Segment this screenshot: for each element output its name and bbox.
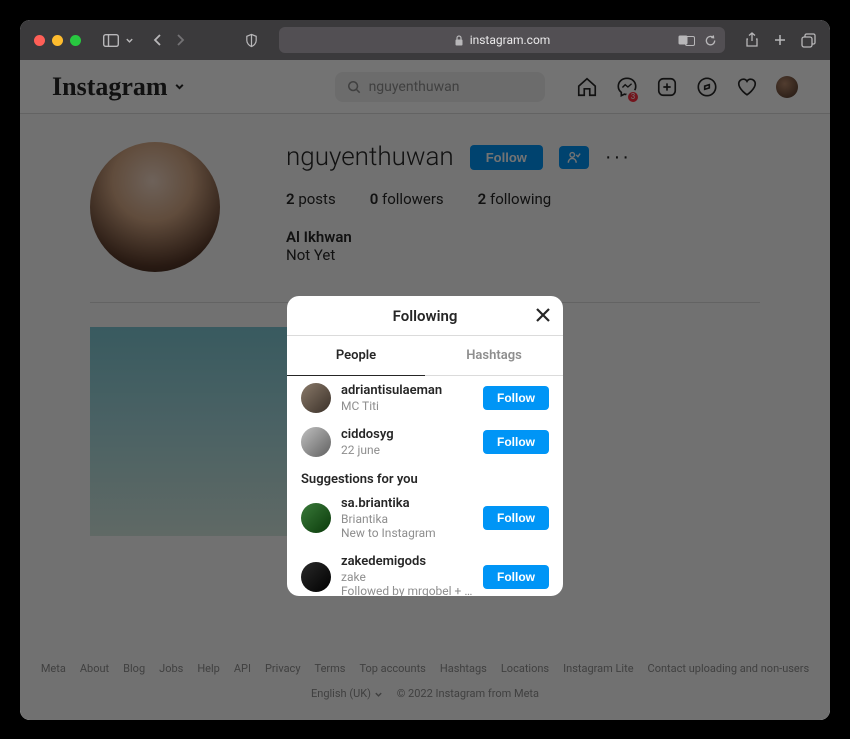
close-window-button[interactable] (34, 35, 45, 46)
forward-button[interactable] (174, 33, 186, 47)
close-icon (533, 305, 553, 325)
following-modal: Following People Hashtags adriantisulaem… (287, 296, 563, 596)
subtitle: 22 june (341, 443, 473, 457)
follow-button[interactable]: Follow (483, 506, 549, 530)
tab-people[interactable]: People (287, 336, 425, 376)
reload-icon[interactable] (704, 34, 717, 47)
shield-icon[interactable] (244, 33, 259, 48)
translate-icon[interactable] (678, 34, 696, 47)
following-row: adriantisulaeman MC Titi Follow (287, 376, 563, 420)
subtitle2: New to Instagram (341, 526, 473, 540)
follow-button[interactable]: Follow (483, 565, 549, 589)
follow-button[interactable]: Follow (483, 430, 549, 454)
address-bar[interactable]: instagram.com (279, 27, 725, 53)
username[interactable]: adriantisulaeman (341, 383, 473, 399)
browser-window: instagram.com (20, 20, 830, 720)
avatar[interactable] (301, 383, 331, 413)
subtitle: Briantika (341, 512, 473, 526)
back-button[interactable] (152, 33, 164, 47)
username[interactable]: zakedemigods (341, 554, 473, 570)
maximize-window-button[interactable] (70, 35, 81, 46)
modal-title: Following (393, 307, 458, 325)
subtitle2: Followed by mrgobel + 1 more (341, 584, 473, 596)
lock-icon (454, 35, 464, 46)
suggestion-row: sa.briantika Briantika New to Instagram … (287, 489, 563, 547)
avatar[interactable] (301, 562, 331, 592)
titlebar: instagram.com (20, 20, 830, 60)
following-row: ciddosyg 22 june Follow (287, 420, 563, 464)
avatar[interactable] (301, 503, 331, 533)
username[interactable]: ciddosyg (341, 427, 473, 443)
subtitle: zake (341, 570, 473, 584)
username[interactable]: sa.briantika (341, 496, 473, 512)
new-tab-icon[interactable] (773, 32, 787, 48)
url-text: instagram.com (470, 33, 551, 47)
traffic-lights (34, 35, 81, 46)
follow-button[interactable]: Follow (483, 386, 549, 410)
modal-list[interactable]: adriantisulaeman MC Titi Follow ciddosyg… (287, 376, 563, 596)
tab-hashtags[interactable]: Hashtags (425, 336, 563, 375)
avatar[interactable] (301, 427, 331, 457)
chevron-down-icon[interactable] (125, 36, 134, 45)
minimize-window-button[interactable] (52, 35, 63, 46)
modal-tabs: People Hashtags (287, 336, 563, 376)
sidebar-icon[interactable] (103, 34, 119, 47)
page-content: Instagram nguyenthuwan 3 (20, 60, 830, 720)
suggestions-header: Suggestions for you (287, 464, 563, 489)
close-button[interactable] (533, 305, 553, 325)
tabs-icon[interactable] (801, 32, 816, 48)
share-icon[interactable] (745, 32, 759, 48)
suggestion-row: zakedemigods zake Followed by mrgobel + … (287, 547, 563, 596)
subtitle: MC Titi (341, 399, 473, 413)
modal-header: Following (287, 296, 563, 336)
